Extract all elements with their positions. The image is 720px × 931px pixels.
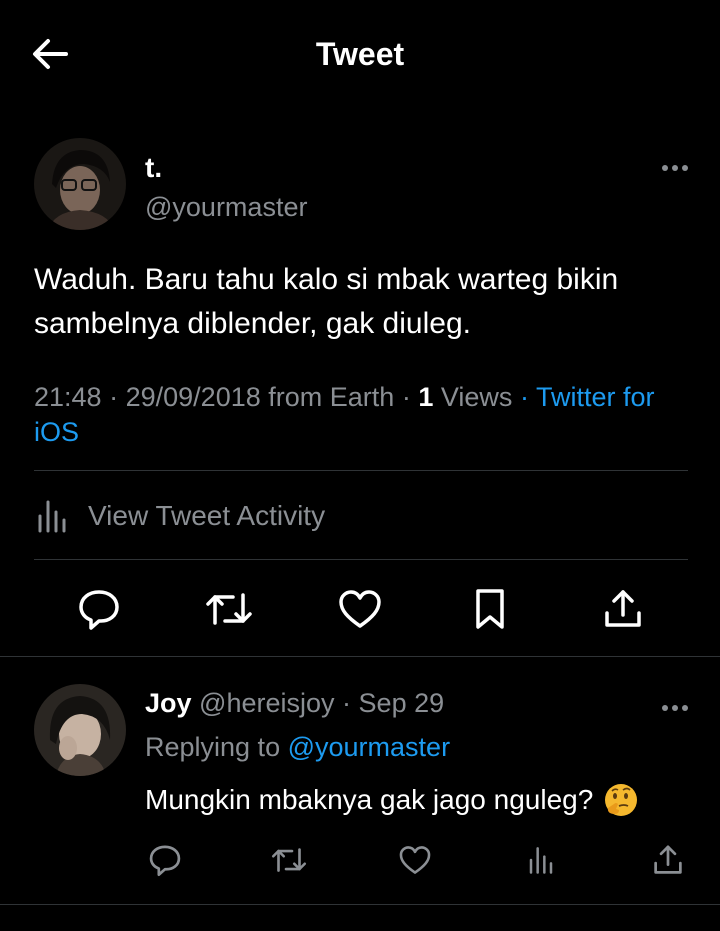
retweet-icon (271, 848, 307, 872)
reply-header: Joy @hereisjoy · Sep 29 (145, 688, 444, 719)
reply-icon (149, 845, 181, 877)
reply-author-name[interactable]: Joy (145, 688, 192, 718)
top-bar: Tweet (0, 0, 720, 108)
reply-text: Mungkin mbaknya gak jago nguleg? (145, 782, 639, 818)
thinking-face-emoji (605, 784, 638, 816)
reply-date: Sep 29 (358, 688, 445, 718)
reply-text-content: Mungkin mbaknya gak jago nguleg? (145, 784, 594, 815)
more-dot-icon (672, 165, 678, 171)
more-options-button[interactable] (648, 160, 688, 176)
like-button[interactable] (335, 584, 385, 634)
tweet-time: 21:48 (34, 382, 102, 412)
reply-button[interactable] (74, 584, 124, 634)
more-dot-icon (682, 165, 688, 171)
divider (0, 904, 720, 905)
view-tweet-activity-label: View Tweet Activity (88, 500, 326, 531)
tweet-actions (34, 584, 688, 634)
replying-to: Replying to @yourmaster (145, 732, 450, 763)
views-count: 1 (418, 382, 434, 412)
tweet-author: t. @yourmaster (34, 138, 688, 234)
author-handle[interactable]: @yourmaster (145, 192, 307, 223)
reply-more-options-button[interactable] (648, 700, 688, 716)
bookmark-icon (476, 589, 504, 629)
avatar[interactable] (34, 684, 126, 776)
retweet-button[interactable] (204, 584, 254, 634)
views-label: Views (440, 382, 513, 412)
more-dot-icon (662, 165, 668, 171)
retweet-icon (206, 593, 252, 625)
meta-separator: · (342, 688, 352, 718)
divider (34, 470, 688, 471)
share-icon (605, 590, 641, 627)
divider (0, 656, 720, 657)
more-dot-icon (672, 705, 678, 711)
bar-chart-icon (529, 847, 553, 874)
share-icon (654, 845, 682, 874)
meta-separator: · (109, 382, 119, 412)
reply-author-handle[interactable]: @hereisjoy (199, 688, 334, 718)
more-dot-icon (662, 705, 668, 711)
reply-actions (145, 840, 688, 880)
tweet-date: 29/09/2018 (125, 382, 261, 412)
reply-icon (79, 590, 119, 630)
tweet-text: Waduh. Baru tahu kalo si mbak warteg bik… (34, 263, 619, 340)
bar-chart-icon (38, 500, 66, 533)
tweet-meta: 21:48 · 29/09/2018 from Earth · 1 Views … (34, 380, 694, 450)
author-name[interactable]: t. (145, 152, 162, 184)
avatar[interactable] (34, 138, 126, 230)
bookmark-button[interactable] (465, 584, 515, 634)
tweet-location: from Earth (268, 382, 395, 412)
page-title: Tweet (315, 36, 405, 72)
more-dot-icon (682, 705, 688, 711)
replying-to-handle[interactable]: @yourmaster (288, 732, 450, 762)
share-button[interactable] (648, 840, 688, 880)
view-activity-button[interactable] (521, 840, 561, 880)
share-button[interactable] (598, 584, 648, 634)
like-icon (339, 590, 381, 628)
meta-separator: · (401, 382, 411, 412)
meta-separator: · (519, 382, 529, 412)
view-tweet-activity[interactable]: View Tweet Activity (34, 494, 688, 538)
reply-button[interactable] (145, 840, 185, 880)
reply-tweet[interactable]: Joy @hereisjoy · Sep 29 Replying to @you… (34, 684, 688, 884)
like-icon (399, 846, 431, 874)
replying-to-label: Replying to (145, 732, 281, 762)
retweet-button[interactable] (269, 840, 309, 880)
like-button[interactable] (395, 840, 435, 880)
divider (34, 559, 688, 560)
